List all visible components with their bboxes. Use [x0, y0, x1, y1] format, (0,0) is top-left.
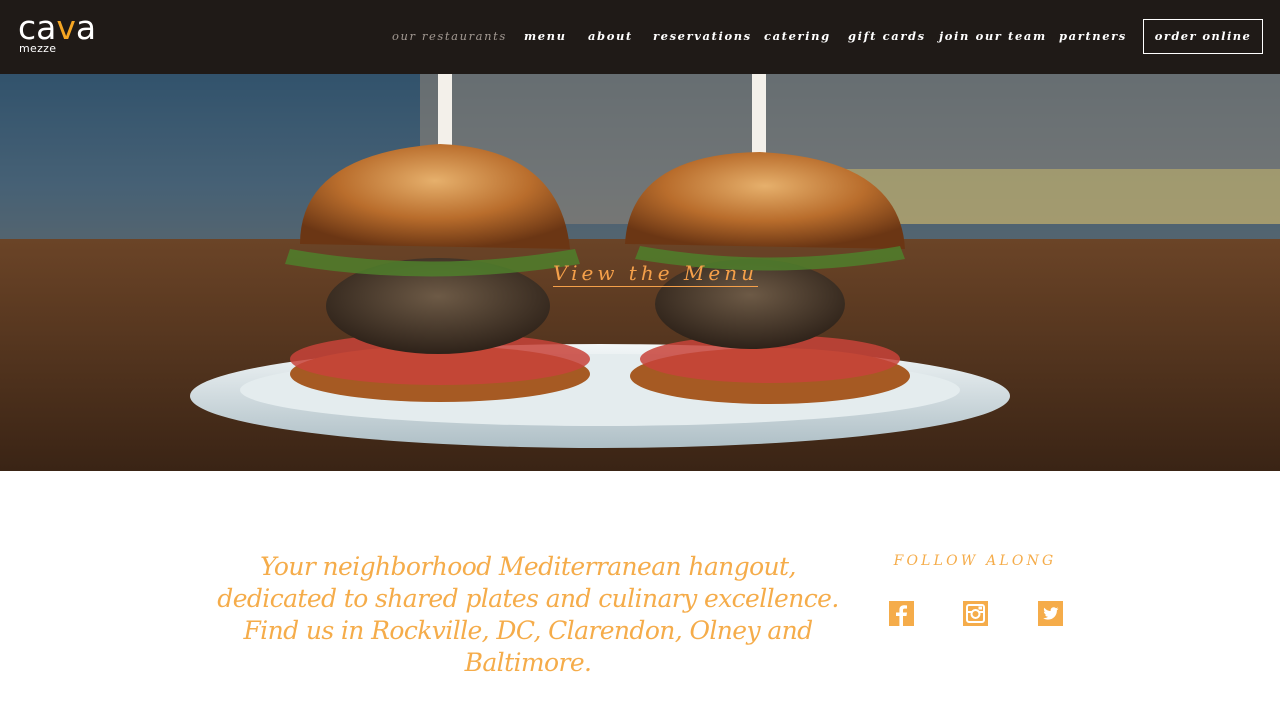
nav-item-about[interactable]: about	[588, 28, 633, 44]
hero-banner: View the Menu	[0, 74, 1280, 471]
nav-item-reservations[interactable]: reservations	[653, 28, 752, 44]
main-nav: our restaurants menu about reservations …	[0, 28, 1280, 46]
order-online-button[interactable]: order online	[1143, 19, 1263, 54]
view-menu-link[interactable]: View the Menu	[553, 260, 758, 287]
nav-item-our-restaurants[interactable]: our restaurants	[392, 28, 507, 44]
nav-item-catering[interactable]: catering	[764, 28, 831, 44]
facebook-icon[interactable]	[889, 601, 914, 626]
site-header: cava mezze our restaurants menu about re…	[0, 0, 1280, 74]
nav-item-menu[interactable]: menu	[524, 28, 567, 44]
twitter-icon[interactable]	[1038, 601, 1063, 626]
instagram-icon[interactable]	[963, 601, 988, 626]
intro-tagline: Your neighborhood Mediterranean hangout,…	[217, 552, 839, 677]
nav-item-join-our-team[interactable]: join our team	[939, 28, 1047, 44]
nav-item-gift-cards[interactable]: gift cards	[848, 28, 926, 44]
follow-along-heading: FOLLOW ALONG	[893, 553, 1057, 569]
nav-item-partners[interactable]: partners	[1059, 28, 1127, 44]
